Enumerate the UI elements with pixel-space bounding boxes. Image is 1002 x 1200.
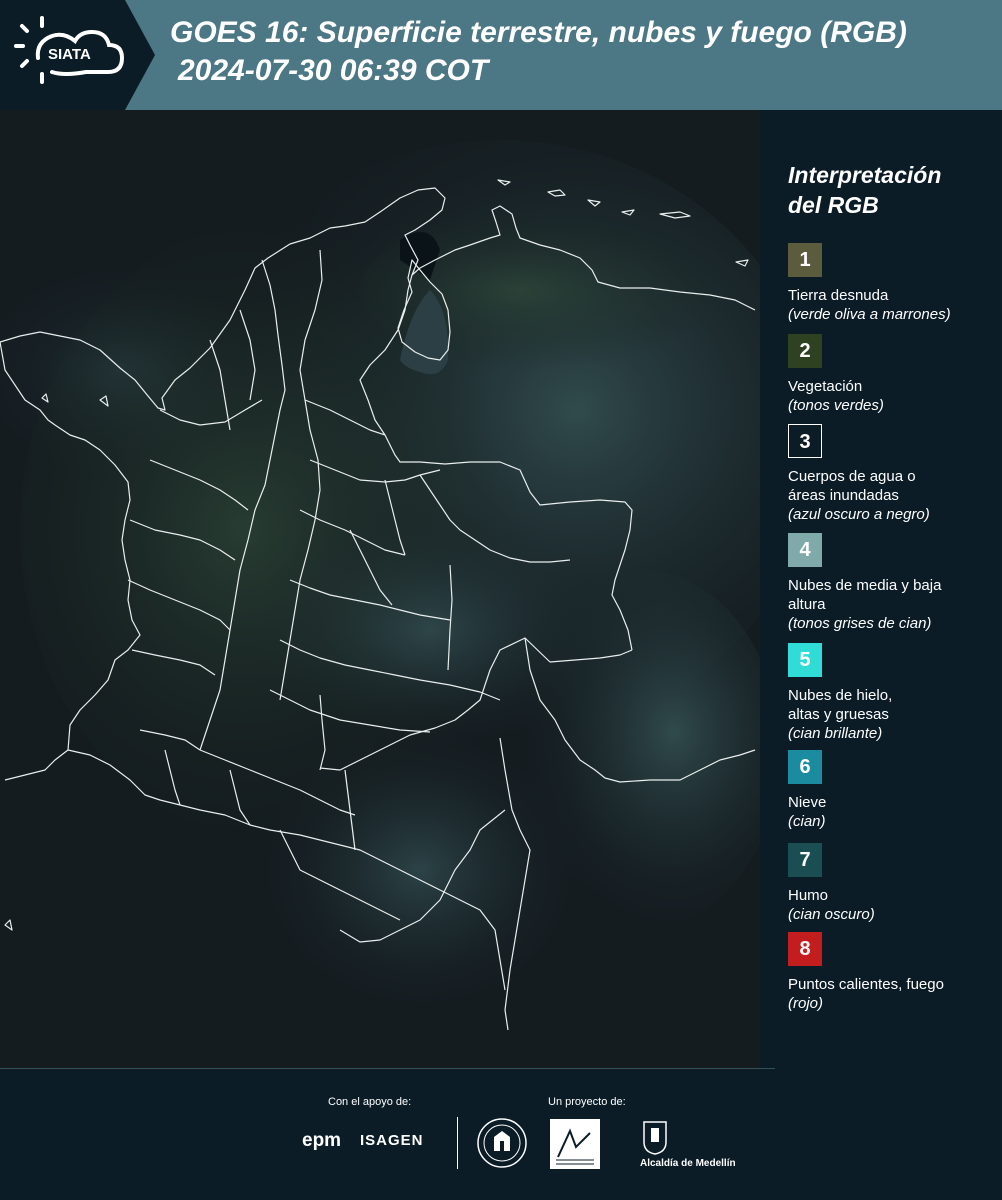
legend-label-2: Vegetación xyxy=(788,378,863,395)
siata-logo: SIATA xyxy=(0,0,155,110)
legend-title-line-2: del RGB xyxy=(788,192,879,218)
title-line-1: GOES 16: Superficie terrestre, nubes y f… xyxy=(170,16,907,49)
legend-label-5: Nubes de hielo, altas y gruesas xyxy=(788,687,893,723)
legend-sub-1: (verde oliva a marrones) xyxy=(788,306,951,323)
legend-label-6: Nieve xyxy=(788,794,827,811)
legend-swatch-5: 5 xyxy=(788,643,822,677)
footer-divider-line xyxy=(0,1068,775,1069)
legend-title-line-1: Interpretación xyxy=(788,162,942,188)
legend-swatch-2: 2 xyxy=(788,334,822,368)
map-canvas xyxy=(0,110,760,1070)
title-line-2: 2024-07-30 06:39 COT xyxy=(178,54,489,87)
siata-sun-icon: SIATA xyxy=(14,16,125,84)
page-title: GOES 16: Superficie terrestre, nubes y f… xyxy=(170,14,995,90)
legend-item-low-clouds: 4 Nubes de media y baja altura (tonos gr… xyxy=(788,533,993,633)
epm-logo: epm xyxy=(302,1130,342,1151)
legend-label-3: Cuerpos de agua o áreas inundadas xyxy=(788,468,916,504)
support-label: Con el apoyo de: xyxy=(328,1096,412,1108)
legend-item-fire: 8 Puntos calientes, fuego (rojo) xyxy=(788,932,993,1013)
siata-brand-text: SIATA xyxy=(48,46,91,63)
legend-title: Interpretación del RGB xyxy=(788,160,988,220)
legend-sub-6: (cian) xyxy=(788,813,826,830)
university-seal-icon xyxy=(477,1118,527,1168)
legend-item-vegetation: 2 Vegetación (tonos verdes) xyxy=(788,334,993,415)
legend-swatch-8: 8 xyxy=(788,932,822,966)
legend-swatch-4: 4 xyxy=(788,533,822,567)
legend-item-snow: 6 Nieve (cian) xyxy=(788,750,993,831)
legend-sub-3: (azul oscuro a negro) xyxy=(788,506,930,523)
legend-label-4: Nubes de media y baja altura xyxy=(788,577,942,613)
satellite-map[interactable] xyxy=(0,110,760,1070)
legend-swatch-3: 3 xyxy=(788,424,822,458)
area-metropolitana-icon xyxy=(556,1128,594,1165)
legend-swatch-6: 6 xyxy=(788,750,822,784)
area-metropolitana-logo xyxy=(550,1119,600,1169)
header-bar: SIATA GOES 16: Superficie terrestre, nub… xyxy=(0,0,1002,110)
project-label: Un proyecto de: xyxy=(548,1096,626,1108)
isagen-logo: ISAGEN xyxy=(360,1132,424,1149)
legend-sub-5: (cian brillante) xyxy=(788,725,883,742)
alcaldia-shield-icon xyxy=(643,1121,667,1155)
legend-swatch-1: 1 xyxy=(788,243,822,277)
legend-item-bare-land: 1 Tierra desnuda (verde oliva a marrones… xyxy=(788,243,993,324)
legend-swatch-7: 7 xyxy=(788,843,822,877)
legend-label-1: Tierra desnuda xyxy=(788,287,889,304)
legend-label-7: Humo xyxy=(788,887,829,904)
legend-item-smoke: 7 Humo (cian oscuro) xyxy=(788,843,993,924)
footer-divider xyxy=(457,1117,458,1169)
legend-sub-2: (tonos verdes) xyxy=(788,397,884,414)
legend-item-ice-clouds: 5 Nubes de hielo, altas y gruesas (cian … xyxy=(788,643,993,743)
legend-sub-4: (tonos grises de cian) xyxy=(788,615,932,632)
legend-sub-8: (rojo) xyxy=(788,995,824,1012)
legend-sub-7: (cian oscuro) xyxy=(788,906,875,923)
alcaldia-medellin-logo: Alcaldía de Medellín xyxy=(640,1158,736,1169)
legend-label-8: Puntos calientes, fuego xyxy=(788,976,944,993)
legend-item-water: 3 Cuerpos de agua o áreas inundadas (azu… xyxy=(788,424,993,524)
